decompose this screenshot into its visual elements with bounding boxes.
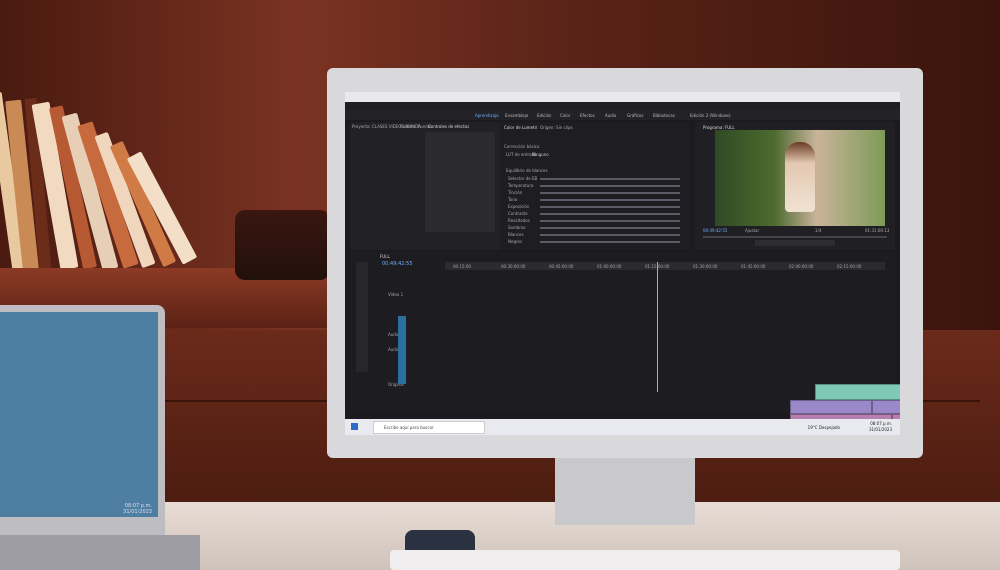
lumetri-row-label: Contraste xyxy=(508,211,528,216)
track-targets[interactable] xyxy=(398,316,406,384)
windows-start-icon[interactable] xyxy=(351,423,358,430)
lumetri-slider[interactable] xyxy=(540,241,680,243)
ruler-mark: 01:45:00:00 xyxy=(741,264,766,269)
program-timecode: 00:49:42:55 xyxy=(703,228,728,233)
workspace-tab[interactable]: Color xyxy=(560,113,570,118)
timeline-clip[interactable] xyxy=(872,400,900,414)
program-duration: 01:31:00:13 xyxy=(865,228,890,233)
lumetri-slider[interactable] xyxy=(540,178,680,180)
monitor-stand xyxy=(555,455,695,525)
ruler-mark: 00:15:00 xyxy=(453,264,471,269)
transport-controls[interactable] xyxy=(755,240,835,246)
sequence-timecode: 00:49:42:55 xyxy=(382,261,413,267)
bookshelf-books xyxy=(0,90,240,272)
ruler-mark: 02:00:00:00 xyxy=(789,264,814,269)
fit-dropdown[interactable]: Ajustar xyxy=(745,228,759,233)
lumetri-row-label: Sombras xyxy=(508,225,526,230)
lumetri-row-label: Blancos xyxy=(508,232,524,237)
lumetri-section[interactable]: Corrección básica xyxy=(504,144,539,149)
lut-value[interactable]: Ninguno xyxy=(532,152,549,157)
video-person xyxy=(785,142,815,212)
lumetri-slider[interactable] xyxy=(540,220,680,222)
track-label[interactable]: Vídeo 1 xyxy=(388,292,403,297)
bag xyxy=(235,210,330,280)
window-titlebar xyxy=(345,92,900,102)
workspace-tab[interactable]: Ensamblaje xyxy=(505,113,528,118)
lumetri-slider[interactable] xyxy=(540,192,680,194)
lumetri-row-label: Tinción xyxy=(508,190,523,195)
workspace-tab[interactable]: Efectos xyxy=(580,113,595,118)
workspace-tab[interactable]: Audio xyxy=(605,113,616,118)
lumetri-panel: Color de Lumetri Origen: Sin clips Corre… xyxy=(500,122,690,250)
timeline-panel: FULL 00:49:42:55 Vídeo 1 Audio 1 Audio 2… xyxy=(350,252,895,412)
lumetri-row-label: Resaltados xyxy=(508,218,530,223)
taskbar-date[interactable]: 31/01/2023 xyxy=(869,427,892,432)
lumetri-slider[interactable] xyxy=(540,227,680,229)
effect-controls-panel: Proyecto: CLASES VIDEOS BORIDA Rastreo: … xyxy=(350,122,500,250)
tools-panel[interactable] xyxy=(356,262,368,372)
lumetri-row-label: Exposición xyxy=(508,204,530,209)
workspace-tab[interactable]: Gráficos xyxy=(627,113,643,118)
lumetri-row-label: Temperatura xyxy=(508,183,534,188)
lumetri-source: Origen: Sin clips xyxy=(540,125,573,130)
timeline-clip[interactable] xyxy=(815,384,900,400)
workspace-tab[interactable]: Edición xyxy=(537,113,551,118)
lumetri-tab[interactable]: Color de Lumetri xyxy=(504,125,537,130)
white-balance-label: Equilibrio de blancos xyxy=(506,168,548,173)
timeline-ruler[interactable]: 00:15:00 00:30:00:00 00:45:00:00 01:00:00:0… xyxy=(445,262,885,270)
lumetri-slider[interactable] xyxy=(540,199,680,201)
panel-tab[interactable]: Rastreo: Fuente xyxy=(400,124,432,129)
sequence-tab[interactable]: FULL xyxy=(380,254,390,259)
lumetri-slider[interactable] xyxy=(540,185,680,187)
monitor-screen: Aprendizaje Ensamblaje Edición Color Efe… xyxy=(345,92,900,435)
ruler-mark: 00:45:00:00 xyxy=(549,264,574,269)
laptop-keyboard xyxy=(0,535,200,570)
ruler-mark: 00:30:00:00 xyxy=(501,264,526,269)
workspace-tab[interactable]: Bibliotecas xyxy=(653,113,675,118)
ruler-mark: 02:15:00:00 xyxy=(837,264,862,269)
lumetri-slider[interactable] xyxy=(540,206,680,208)
timeline-clip[interactable] xyxy=(790,400,872,414)
lumetri-slider[interactable] xyxy=(540,234,680,236)
workspace-tab[interactable]: Aprendizaje xyxy=(475,113,499,118)
weather-widget[interactable]: 19°C Despejado xyxy=(808,425,840,430)
ruler-mark: 01:00:00:00 xyxy=(597,264,622,269)
zoom-dropdown[interactable]: 1/4 xyxy=(815,228,821,233)
effect-keyframe-area[interactable] xyxy=(425,132,495,232)
lumetri-row-label: Tono xyxy=(508,197,518,202)
workspace-tab[interactable]: Edición 2 (Windows) xyxy=(690,113,731,118)
laptop-clock: 08:07 p.m. 31/01/2023 xyxy=(123,503,152,515)
lumetri-slider[interactable] xyxy=(540,213,680,215)
panel-tab[interactable]: Controles de efectos xyxy=(428,124,469,129)
search-placeholder: Escribe aquí para buscar xyxy=(384,425,434,430)
workspace-bar: Aprendizaje Ensamblaje Edición Color Efe… xyxy=(345,110,900,120)
laptop-screen: 08:07 p.m. 31/01/2023 xyxy=(0,312,158,517)
taskbar-time[interactable]: 08:07 p.m. xyxy=(870,421,892,426)
playhead[interactable] xyxy=(657,262,658,392)
program-scrubber[interactable] xyxy=(703,236,887,238)
desktop-keyboard xyxy=(390,550,900,570)
taskbar-search-input[interactable]: Escribe aquí para buscar xyxy=(373,421,485,434)
lumetri-row-label: Selector de EB xyxy=(508,176,538,181)
lumetri-row-label: Negros xyxy=(508,239,523,244)
ruler-mark: 01:30:00:00 xyxy=(693,264,718,269)
